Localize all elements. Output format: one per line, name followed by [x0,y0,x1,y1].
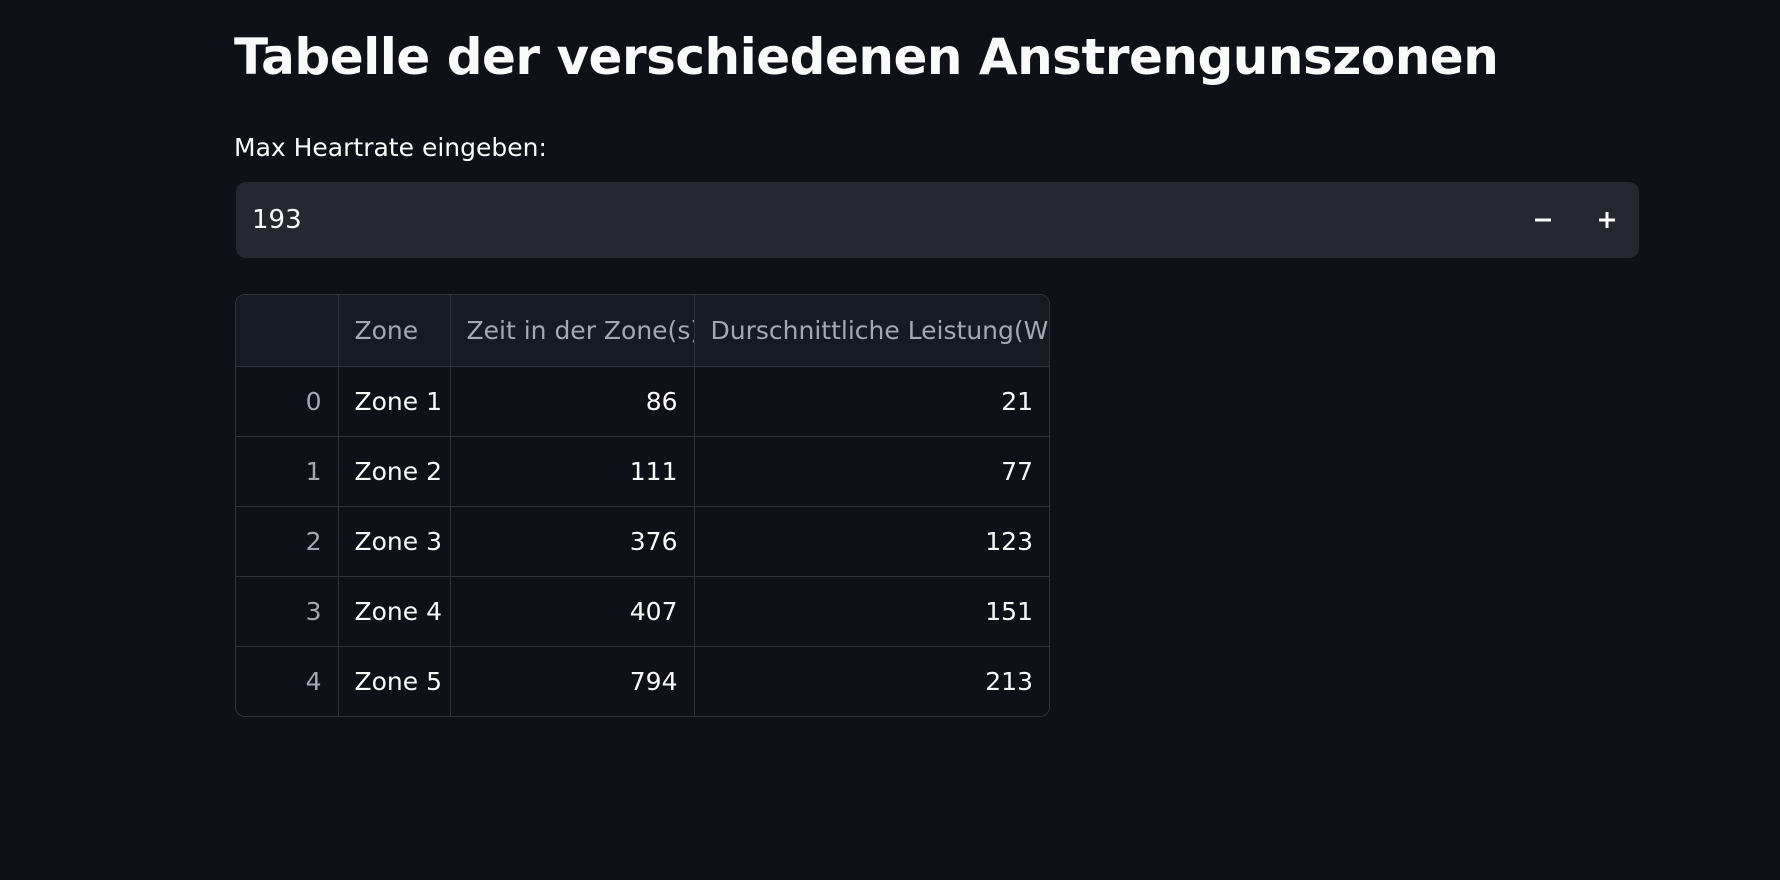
power-cell[interactable]: 77 [694,436,1049,507]
page-title: Tabelle der verschiedenen Anstrengunszon… [234,28,1499,86]
column-header-index[interactable] [236,295,339,367]
row-index-cell[interactable]: 3 [236,576,339,647]
heartrate-label: Max Heartrate eingeben: [234,133,547,162]
zone-cell[interactable]: Zone 4 [338,576,451,647]
time-cell[interactable]: 407 [450,576,695,647]
heartrate-field[interactable] [236,182,1511,258]
time-cell[interactable]: 111 [450,436,695,507]
column-header-power[interactable]: Durschnittliche Leistung(W) [694,295,1049,367]
heartrate-number-input [236,182,1639,258]
row-index-cell[interactable]: 4 [236,646,339,716]
table-header-row: Zone Zeit in der Zone(s) Durschnittliche… [236,295,1049,367]
decrement-button[interactable] [1511,182,1575,258]
increment-button[interactable] [1575,182,1639,258]
time-cell[interactable]: 794 [450,646,695,716]
row-index-cell[interactable]: 0 [236,366,339,437]
column-header-zone[interactable]: Zone [338,295,451,367]
table-row: 2 Zone 3 376 123 [236,506,1049,577]
table-row: 3 Zone 4 407 151 [236,576,1049,647]
time-cell[interactable]: 376 [450,506,695,577]
time-cell[interactable]: 86 [450,366,695,437]
table-row: 4 Zone 5 794 213 [236,646,1049,716]
zones-dataframe[interactable]: Zone Zeit in der Zone(s) Durschnittliche… [235,294,1050,717]
zone-cell[interactable]: Zone 2 [338,436,451,507]
power-cell[interactable]: 213 [694,646,1049,716]
power-cell[interactable]: 151 [694,576,1049,647]
plus-icon [1598,211,1616,229]
app-main: Tabelle der verschiedenen Anstrengunszon… [0,0,1780,880]
row-index-cell[interactable]: 1 [236,436,339,507]
zone-cell[interactable]: Zone 3 [338,506,451,577]
table-row: 1 Zone 2 111 77 [236,436,1049,507]
column-header-time[interactable]: Zeit in der Zone(s) [450,295,695,367]
table-row: 0 Zone 1 86 21 [236,366,1049,437]
row-index-cell[interactable]: 2 [236,506,339,577]
zone-cell[interactable]: Zone 5 [338,646,451,716]
power-cell[interactable]: 123 [694,506,1049,577]
zones-table: Zone Zeit in der Zone(s) Durschnittliche… [236,295,1049,716]
zone-cell[interactable]: Zone 1 [338,366,451,437]
power-cell[interactable]: 21 [694,366,1049,437]
minus-icon [1534,211,1552,229]
